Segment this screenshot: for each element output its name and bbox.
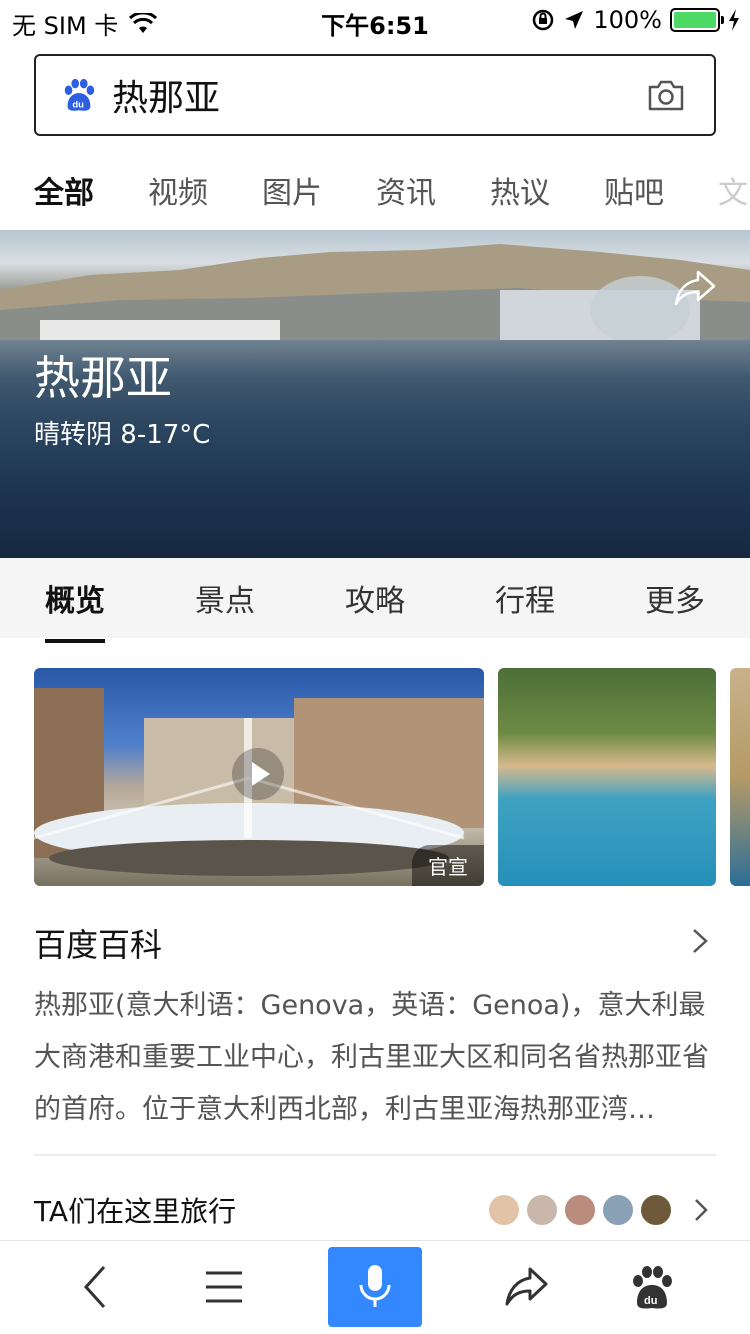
city-subtabs: 概览 景点 攻略 行程 更多 <box>0 558 750 643</box>
avatar <box>526 1194 558 1226</box>
city-hero-card[interactable]: 热那亚 晴转阴 8-17°C <box>0 230 750 558</box>
chevron-right-icon[interactable] <box>694 1198 708 1222</box>
divider <box>34 1154 716 1156</box>
status-bar: 无 SIM 卡 下午6:51 100% <box>0 0 750 40</box>
tab-wen[interactable]: 文 <box>718 168 748 212</box>
battery-percent: 100% <box>593 6 662 34</box>
share-icon[interactable] <box>502 1263 550 1311</box>
harbor-image <box>0 244 750 340</box>
bottom-toolbar: du <box>0 1240 750 1334</box>
svg-text:du: du <box>644 1295 657 1307</box>
avatar <box>564 1194 596 1226</box>
charging-icon <box>729 9 739 31</box>
avatar <box>488 1194 520 1226</box>
official-badge: 官宣 <box>412 845 484 886</box>
media-carousel[interactable]: 官宣 <box>34 668 750 886</box>
avatar <box>602 1194 634 1226</box>
video-card[interactable]: 官宣 <box>34 668 484 886</box>
subtab-guides[interactable]: 攻略 <box>300 576 450 620</box>
tab-images[interactable]: 图片 <box>262 168 322 212</box>
camera-icon[interactable] <box>644 73 688 117</box>
orientation-lock-icon <box>533 9 554 31</box>
tab-video[interactable]: 视频 <box>148 168 208 212</box>
microphone-icon <box>359 1265 391 1307</box>
share-icon[interactable] <box>672 268 718 308</box>
subtab-itinerary[interactable]: 行程 <box>450 576 600 620</box>
tab-all[interactable]: 全部 <box>34 168 94 212</box>
menu-icon[interactable] <box>200 1263 248 1311</box>
search-tabs: 全部 视频 图片 资讯 热议 贴吧 文 <box>0 150 750 230</box>
tab-discussion[interactable]: 热议 <box>490 168 550 212</box>
subtab-attractions[interactable]: 景点 <box>150 576 300 620</box>
battery-icon <box>670 8 724 32</box>
search-box[interactable]: du 热那亚 <box>34 54 716 136</box>
portofino-image[interactable] <box>498 668 716 886</box>
search-input[interactable]: 热那亚 <box>112 69 644 121</box>
traveler-avatars[interactable] <box>488 1194 672 1226</box>
city-title: 热那亚 <box>34 351 172 405</box>
status-right: 100% <box>531 6 740 34</box>
weather-text: 晴转阴 8-17°C <box>34 420 211 450</box>
tab-tieba[interactable]: 贴吧 <box>604 168 664 212</box>
voice-search-button[interactable] <box>328 1247 422 1327</box>
baidu-paw-icon[interactable]: du <box>628 1263 676 1311</box>
travel-title[interactable]: TA们在这里旅行 <box>34 1190 236 1230</box>
subtab-more[interactable]: 更多 <box>600 576 750 620</box>
chevron-right-icon[interactable] <box>692 928 708 954</box>
baike-title[interactable]: 百度百科 <box>34 920 162 966</box>
tab-news[interactable]: 资讯 <box>376 168 436 212</box>
battery-level <box>674 12 716 28</box>
location-arrow-icon <box>565 11 584 29</box>
subtab-overview[interactable]: 概览 <box>0 576 150 643</box>
back-icon[interactable] <box>72 1263 120 1311</box>
baike-description[interactable]: 热那亚(意大利语：Genova，英语：Genoa)，意大利最大商港和重要工业中心… <box>34 980 716 1136</box>
next-image-peek[interactable] <box>730 668 750 886</box>
svg-text:du: du <box>72 99 84 110</box>
baidu-paw-icon: du <box>64 78 95 111</box>
avatar <box>640 1194 672 1226</box>
play-icon[interactable] <box>232 748 284 800</box>
